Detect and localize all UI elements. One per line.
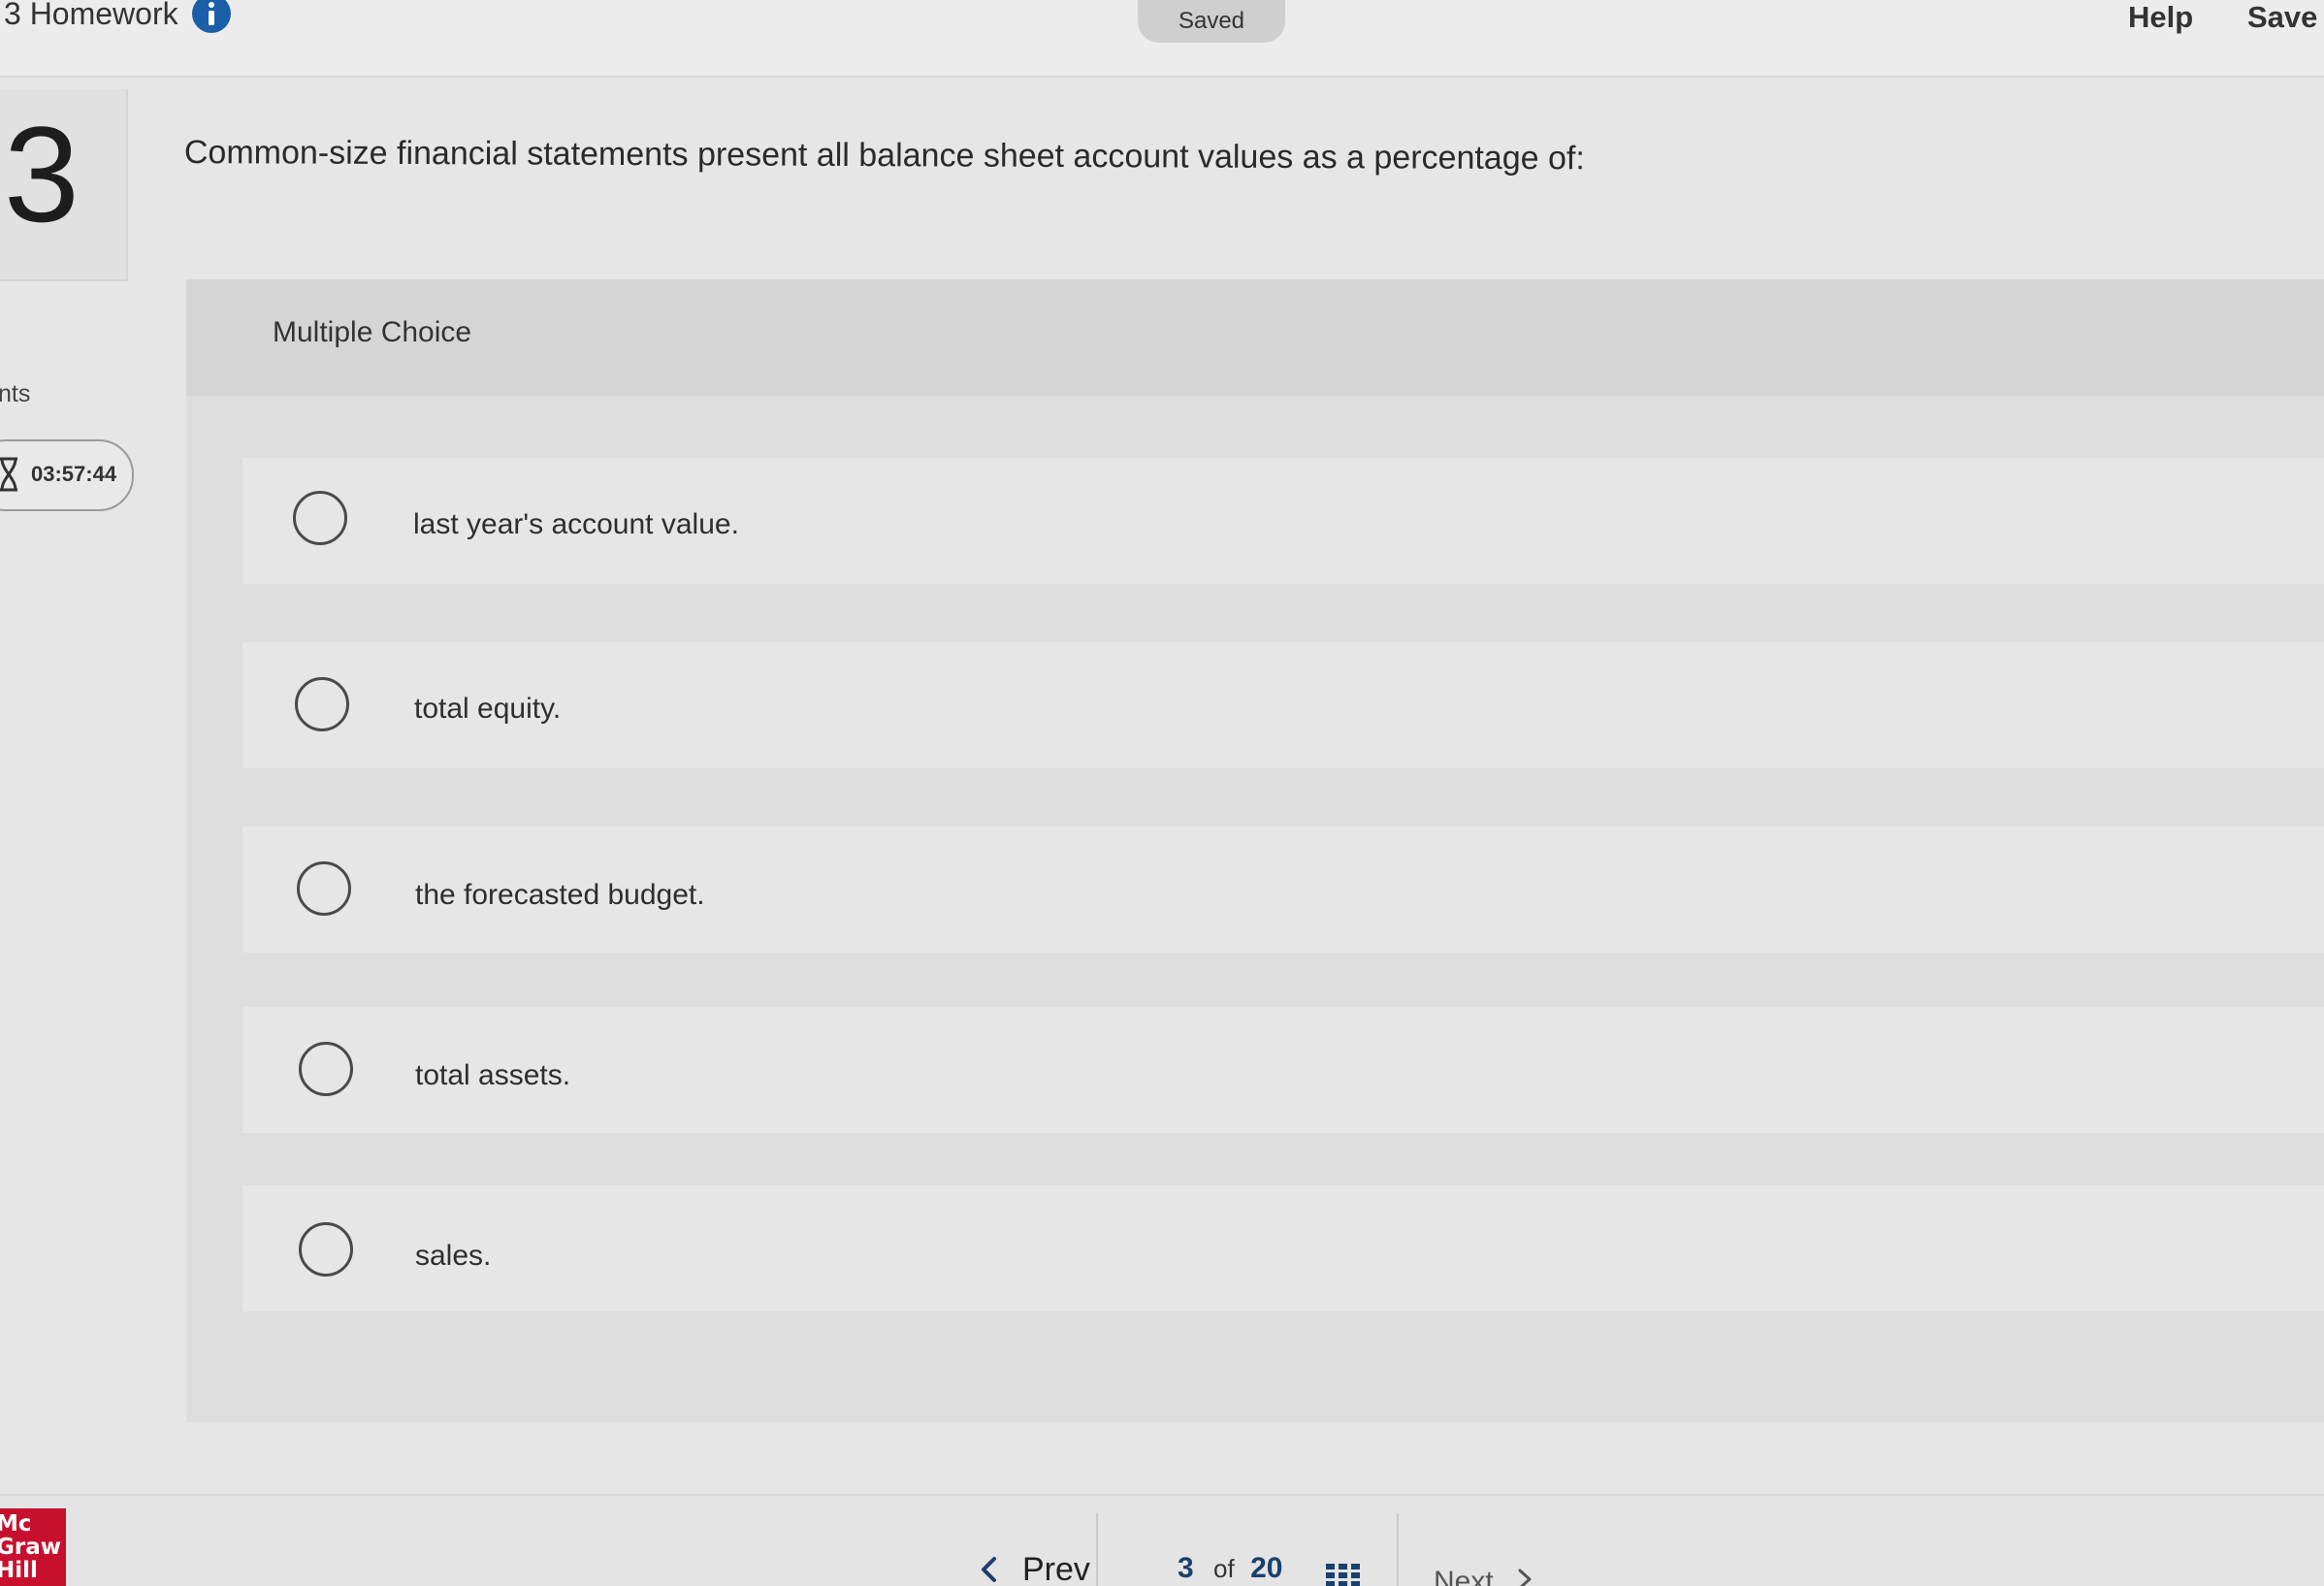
top-bar: 3 Homework Saved Help Save	[0, 0, 2324, 78]
question-prompt: Common-size financial statements present…	[183, 134, 1585, 178]
page-of-label: of	[1213, 1554, 1235, 1583]
next-button-label: Next	[1434, 1566, 1494, 1586]
pager-divider	[1096, 1513, 1098, 1586]
timer-icon	[0, 457, 19, 497]
answer-option-label: last year's account value.	[413, 508, 739, 540]
prev-button[interactable]: Prev	[980, 1548, 1090, 1586]
answer-option-label: the forecasted budget.	[415, 879, 705, 911]
help-button[interactable]: Help	[2128, 0, 2193, 35]
answer-option-4[interactable]: total assets.	[242, 1007, 2324, 1133]
total-pages: 20	[1250, 1552, 1283, 1584]
question-number: 3	[4, 98, 80, 250]
pager-divider	[1397, 1513, 1399, 1586]
chevron-left-icon	[980, 1556, 997, 1583]
answer-option-label: sales.	[415, 1240, 492, 1272]
footer-bar	[0, 1494, 2324, 1586]
help-button-label: Help	[2128, 0, 2194, 34]
points-label: nts	[0, 380, 31, 407]
chevron-right-icon	[1517, 1568, 1533, 1586]
saved-status-text: Saved	[1178, 8, 1245, 34]
logo-line: Mc	[0, 1511, 32, 1537]
save-button-label: Save	[2247, 0, 2318, 34]
grid-icon[interactable]	[1324, 1562, 1363, 1586]
current-page: 3	[1178, 1552, 1194, 1584]
logo-line: Graw	[0, 1535, 61, 1560]
answer-option-5[interactable]: sales.	[242, 1185, 2324, 1311]
answer-option-label: total assets.	[415, 1059, 571, 1091]
saved-status-badge: Saved	[1138, 0, 1285, 43]
radio-button[interactable]	[299, 1222, 353, 1277]
answer-option-1[interactable]: last year's account value.	[242, 458, 2324, 584]
assignment-screen: 3 Homework Saved Help Save 3 nts 03:57:4…	[0, 0, 2324, 1586]
radio-button[interactable]	[293, 491, 347, 545]
radio-button[interactable]	[295, 677, 349, 731]
timer[interactable]: 03:57:44	[0, 439, 134, 511]
radio-button[interactable]	[299, 1042, 353, 1096]
mcgraw-hill-logo: Mc Graw Hill	[0, 1508, 66, 1586]
radio-button[interactable]	[297, 861, 351, 916]
answer-option-3[interactable]: the forecasted budget.	[242, 826, 2324, 953]
assignment-title-text: 3 Homework	[4, 0, 178, 31]
logo-line: Hill	[0, 1558, 38, 1583]
question-type-label: Multiple Choice	[273, 316, 472, 348]
save-exit-button[interactable]: Save	[2247, 0, 2317, 35]
prev-button-label: Prev	[1022, 1550, 1090, 1586]
answer-option-2[interactable]: total equity.	[242, 642, 2324, 768]
timer-value: 03:57:44	[31, 462, 117, 486]
answer-panel-header	[186, 279, 2324, 396]
info-icon[interactable]	[191, 0, 231, 33]
next-button[interactable]: Next	[1434, 1566, 1533, 1586]
assignment-title: 3 Homework	[4, 0, 231, 33]
page-indicator: 3 of 20	[1178, 1552, 1282, 1585]
answer-option-label: total equity.	[414, 693, 562, 725]
